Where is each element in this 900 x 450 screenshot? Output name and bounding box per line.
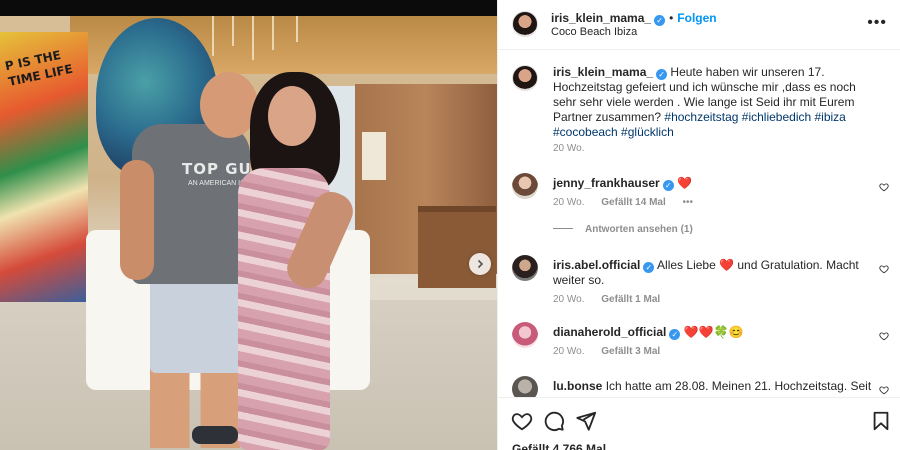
comment-avatar[interactable] [512,376,538,397]
verified-badge-icon: ✓ [643,262,655,273]
photo-top-bar [0,0,497,16]
comment-username[interactable]: iris.abel.official [553,258,640,272]
ceiling-lamp [272,16,274,50]
next-image-button[interactable] [469,253,491,275]
verified-badge-icon: ✓ [669,329,681,340]
comment-body: dianaherold_official ✓ ❤️❤️🍀😊 [553,325,873,340]
comment-item: jenny_frankhauser ✓ ❤️ 20 Wo. Gefällt 14 … [498,173,900,239]
view-replies-label: Antworten ansehen (1) [585,224,693,235]
man-arm [120,160,154,280]
heart-icon[interactable] [511,410,533,432]
notice-board [362,132,386,180]
more-options-icon[interactable]: ••• [867,14,887,32]
ceiling-lamp [232,16,234,46]
post-side-panel: iris_klein_mama_ ✓ • Folgen Coco Beach Ibiz… [497,0,900,450]
ceiling-lamp [252,16,254,60]
author-avatar[interactable] [512,11,538,37]
comment-username[interactable]: jenny_frankhauser [553,176,660,190]
comment-likes[interactable]: Gefällt 3 Mal [601,346,660,357]
post-photo[interactable]: P IS THE TIME LIFE TOP GUN AN AMERICAN I… [0,0,497,450]
ceiling-lamp [296,16,298,42]
author-username[interactable]: iris_klein_mama_ [551,11,651,25]
comment-text: Ich hatte am 28.08. Meinen 21. Hochzeits… [605,379,872,393]
comment-text: ❤️ [677,176,693,190]
comment-likes[interactable]: Gefällt 14 Mal [601,197,665,208]
comment-age: 20 Wo. [553,197,585,208]
comment-age: 20 Wo. [553,346,585,357]
comment-item: lu.bonse Ich hatte am 28.08. Meinen 21. … [498,376,900,397]
header-line: iris_klein_mama_ ✓ • Folgen [551,9,717,27]
comment-more-icon[interactable]: ••• [683,197,694,208]
location-link[interactable]: Coco Beach Ibiza [551,26,637,38]
ceiling-lamp [212,16,214,56]
bookmark-icon[interactable] [870,410,892,432]
comment-body: iris.abel.official ✓ Alles Liebe ❤️ und G… [553,258,873,288]
caption-avatar[interactable] [512,65,538,91]
replies-divider [553,228,573,229]
comment-username[interactable]: lu.bonse [553,379,602,393]
likes-count[interactable]: Gefällt 4.766 Mal [512,442,606,450]
comment-like-heart-icon[interactable] [879,264,889,274]
comment-avatar[interactable] [512,322,538,348]
comment-like-heart-icon[interactable] [879,331,889,341]
comment-text: ❤️❤️🍀😊 [683,325,744,339]
comment-like-heart-icon[interactable] [879,385,889,395]
comment-like-heart-icon[interactable] [879,182,889,192]
comment-username[interactable]: dianaherold_official [553,325,666,339]
man-shoe [192,426,238,444]
comment-age: 20 Wo. [553,294,585,305]
instagram-post-view: P IS THE TIME LIFE TOP GUN AN AMERICAN I… [0,0,900,450]
comment-avatar[interactable] [512,255,538,281]
comment-body: lu.bonse Ich hatte am 28.08. Meinen 21. … [553,379,873,394]
comments-list[interactable]: iris_klein_mama_ ✓ Heute haben wir unsere… [498,51,900,397]
caption-body: iris_klein_mama_ ✓ Heute haben wir unsere… [553,65,873,140]
comment-icon[interactable] [543,410,565,432]
verified-badge-icon: ✓ [654,15,666,26]
comment-meta: 20 Wo. Gefällt 1 Mal [553,294,674,305]
comment-body: jenny_frankhauser ✓ ❤️ [553,176,873,191]
comment-meta: 20 Wo. Gefällt 3 Mal [553,346,674,357]
woman-face [268,86,316,146]
caption-meta: 20 Wo. [553,143,599,154]
post-header: iris_klein_mama_ ✓ • Folgen Coco Beach Ibiz… [498,0,900,50]
comment-likes[interactable]: Gefällt 1 Mal [601,294,660,305]
separator: • [669,11,674,25]
caption-username[interactable]: iris_klein_mama_ [553,65,653,79]
cabinet [418,206,496,288]
verified-badge-icon: ✓ [662,180,674,191]
post-action-bar: Gefällt 4.766 Mal [498,397,900,450]
verified-badge-icon: ✓ [656,69,668,80]
comment-avatar[interactable] [512,173,538,199]
comment-item: iris.abel.official ✓ Alles Liebe ❤️ und G… [498,255,900,305]
view-replies-button[interactable]: Antworten ansehen (1) [553,224,693,235]
send-icon[interactable] [575,410,597,432]
comment-item: dianaherold_official ✓ ❤️❤️🍀😊 20 Wo. Gefä… [498,322,900,362]
caption-age: 20 Wo. [553,143,585,154]
follow-button[interactable]: Folgen [677,11,716,25]
caption: iris_klein_mama_ ✓ Heute haben wir unsere… [498,61,900,157]
comment-meta: 20 Wo. Gefällt 14 Mal ••• [553,197,707,208]
chevron-right-icon [477,259,484,269]
